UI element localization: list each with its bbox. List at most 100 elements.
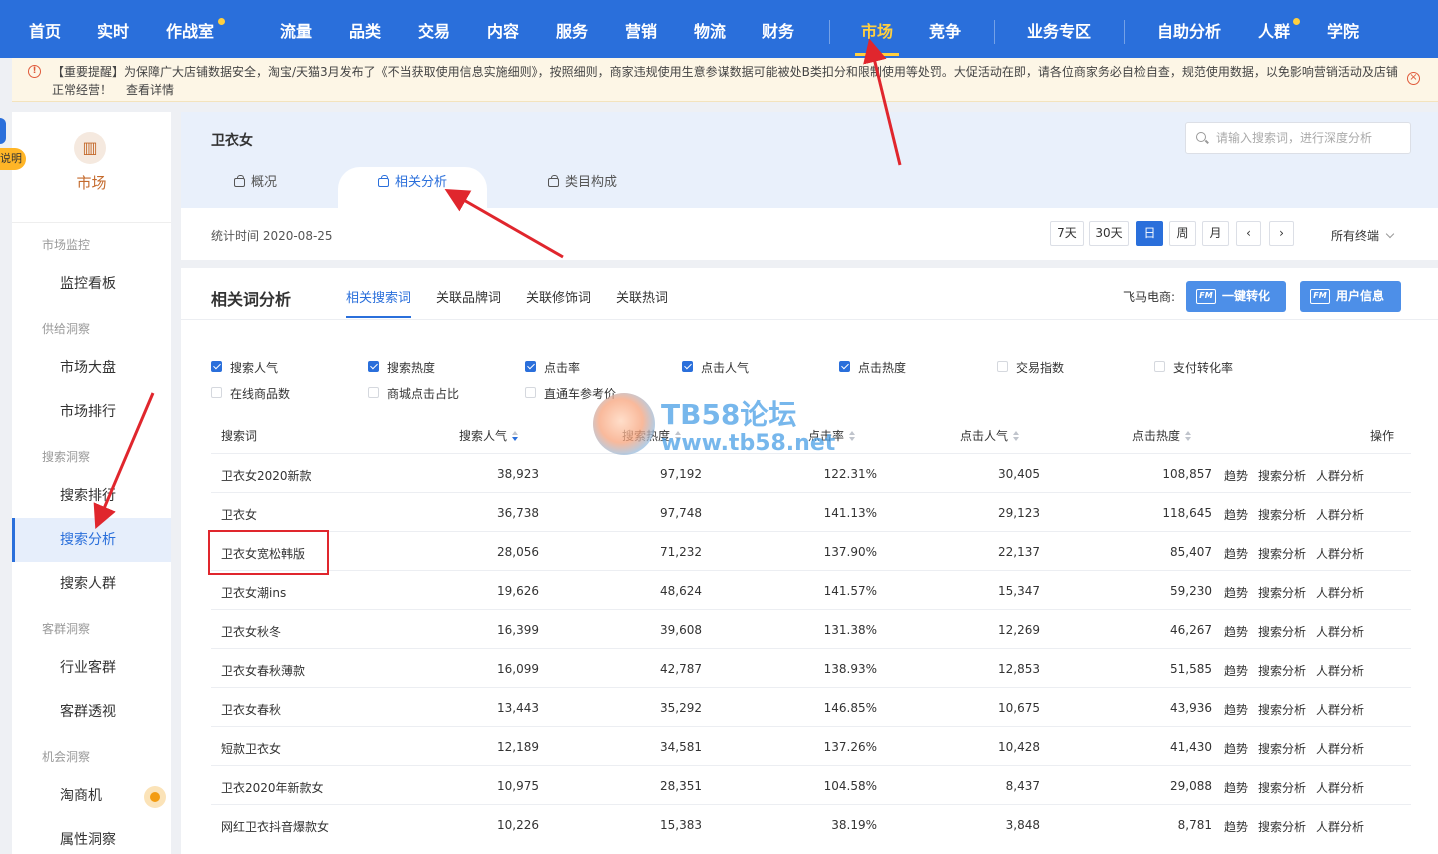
sidebar-item-crowd-insight[interactable]: 客群透视 [12, 690, 171, 734]
keyword-search-input[interactable]: 请输入搜索词，进行深度分析 [1185, 122, 1411, 154]
nav-warroom[interactable]: 作战室 [166, 0, 214, 58]
nav-content[interactable]: 内容 [487, 0, 519, 58]
metric-checkbox[interactable]: 点击率 [525, 359, 580, 376]
sidebar-item-search-analysis[interactable]: 搜索分析 [12, 518, 171, 562]
trend-link[interactable]: 趋势 [1224, 467, 1248, 484]
crowd-analysis-link[interactable]: 人群分析 [1316, 701, 1364, 718]
subtab-related-modifier[interactable]: 关联修饰词 [526, 287, 591, 306]
sidebar-item-industry-crowd[interactable]: 行业客群 [12, 646, 171, 690]
tab-related-analysis[interactable]: 相关分析 [338, 167, 488, 208]
trend-link[interactable]: 趋势 [1224, 740, 1248, 757]
nav-home[interactable]: 首页 [29, 0, 61, 58]
trend-link[interactable]: 趋势 [1224, 818, 1248, 835]
metric-checkbox[interactable]: 支付转化率 [1154, 359, 1233, 376]
tab-overview[interactable]: 概况 [234, 167, 277, 208]
crowd-analysis-link[interactable]: 人群分析 [1316, 623, 1364, 640]
help-tab[interactable]: 说明 [0, 148, 26, 170]
sidebar-item-dashboard[interactable]: 监控看板 [12, 262, 171, 306]
search-analysis-link[interactable]: 搜索分析 [1258, 662, 1306, 679]
nav-traffic[interactable]: 流量 [280, 0, 312, 58]
range-30d-button[interactable]: 30天 [1089, 221, 1129, 246]
trend-link[interactable]: 趋势 [1224, 779, 1248, 796]
nav-category[interactable]: 品类 [349, 0, 381, 58]
nav-trade[interactable]: 交易 [418, 0, 450, 58]
metric-checkbox[interactable]: 点击热度 [839, 359, 906, 376]
subtab-related-brand[interactable]: 关联品牌词 [436, 287, 501, 306]
col-header-search-heat[interactable]: 搜索热度 [622, 427, 682, 444]
trend-link[interactable]: 趋势 [1224, 506, 1248, 523]
metric-checkbox[interactable]: 在线商品数 [211, 385, 290, 402]
side-handle[interactable] [0, 118, 6, 144]
nav-competition[interactable]: 竞争 [929, 0, 961, 58]
nav-market[interactable]: 市场 [854, 0, 900, 58]
crowd-analysis-link[interactable]: 人群分析 [1316, 545, 1364, 562]
trend-link[interactable]: 趋势 [1224, 623, 1248, 640]
crowd-analysis-link[interactable]: 人群分析 [1316, 584, 1364, 601]
close-icon[interactable]: × [1407, 72, 1420, 85]
metric-checkbox[interactable]: 直通车参考价 [525, 385, 616, 402]
sidebar-item-search-crowd[interactable]: 搜索人群 [12, 562, 171, 606]
col-header-click-pop[interactable]: 点击人气 [960, 427, 1020, 444]
nav-marketing[interactable]: 营销 [625, 0, 657, 58]
crowd-analysis-link[interactable]: 人群分析 [1316, 740, 1364, 757]
next-date-button[interactable]: › [1269, 221, 1294, 246]
nav-logistics[interactable]: 物流 [694, 0, 726, 58]
nav-business-zone[interactable]: 业务专区 [1027, 0, 1091, 58]
nav-realtime[interactable]: 实时 [97, 0, 129, 58]
crowd-analysis-link[interactable]: 人群分析 [1316, 779, 1364, 796]
trend-link[interactable]: 趋势 [1224, 701, 1248, 718]
nav-service[interactable]: 服务 [556, 0, 588, 58]
nav-crowd[interactable]: 人群 [1258, 0, 1290, 58]
checkbox-box [997, 361, 1008, 372]
crowd-analysis-link[interactable]: 人群分析 [1316, 662, 1364, 679]
search-analysis-link[interactable]: 搜索分析 [1258, 701, 1306, 718]
trend-link[interactable]: 趋势 [1224, 662, 1248, 679]
range-month-button[interactable]: 月 [1202, 221, 1229, 246]
search-analysis-link[interactable]: 搜索分析 [1258, 818, 1306, 835]
range-day-button[interactable]: 日 [1136, 221, 1163, 246]
terminal-select[interactable]: 所有终端 [1331, 227, 1395, 244]
metric-checkbox[interactable]: 交易指数 [997, 359, 1064, 376]
range-week-button[interactable]: 周 [1169, 221, 1196, 246]
search-analysis-link[interactable]: 搜索分析 [1258, 779, 1306, 796]
trend-link[interactable]: 趋势 [1224, 584, 1248, 601]
tab-category[interactable]: 类目构成 [548, 167, 617, 208]
crowd-analysis-link[interactable]: 人群分析 [1316, 818, 1364, 835]
trend-link[interactable]: 趋势 [1224, 545, 1248, 562]
notice-bar: ! 【重要提醒】为保障广大店铺数据安全，淘宝/天猫3月发布了《不当获取使用信息实… [12, 58, 1438, 102]
col-header-click-heat[interactable]: 点击热度 [1132, 427, 1192, 444]
nav-academy[interactable]: 学院 [1327, 0, 1359, 58]
one-click-convert-button[interactable]: FM 一键转化 [1186, 281, 1286, 312]
search-analysis-link[interactable]: 搜索分析 [1258, 506, 1306, 523]
metric-checkbox[interactable]: 搜索热度 [368, 359, 435, 376]
search-analysis-link[interactable]: 搜索分析 [1258, 623, 1306, 640]
metric-checkbox[interactable]: 点击人气 [682, 359, 749, 376]
search-analysis-link[interactable]: 搜索分析 [1258, 740, 1306, 757]
col-header-ctr[interactable]: 点击率 [808, 427, 856, 444]
sidebar-item-search-rank[interactable]: 搜索排行 [12, 474, 171, 518]
sidebar-item-market-overview[interactable]: 市场大盘 [12, 346, 171, 390]
notice-detail-link[interactable]: 查看详情 [126, 83, 174, 97]
search-analysis-link[interactable]: 搜索分析 [1258, 584, 1306, 601]
subtab-related-search[interactable]: 相关搜索词 [346, 287, 412, 318]
metric-checkbox[interactable]: 商城点击占比 [368, 385, 459, 402]
metric-checkbox[interactable]: 搜索人气 [211, 359, 278, 376]
checkbox-box [368, 387, 379, 398]
cell-keyword: 卫衣女 [221, 508, 258, 522]
col-header-search-pop[interactable]: 搜索人气 [459, 427, 519, 444]
checkbox-label: 点击热度 [858, 361, 907, 375]
user-info-button[interactable]: FM 用户信息 [1300, 281, 1401, 312]
range-7d-button[interactable]: 7天 [1050, 221, 1084, 246]
prev-date-button[interactable]: ‹ [1236, 221, 1261, 246]
crowd-analysis-link[interactable]: 人群分析 [1316, 506, 1364, 523]
sidebar-item-market-rank[interactable]: 市场排行 [12, 390, 171, 434]
sidebar-item-attr-insight[interactable]: 属性洞察 [12, 818, 171, 854]
search-analysis-link[interactable]: 搜索分析 [1258, 545, 1306, 562]
crowd-analysis-link[interactable]: 人群分析 [1316, 467, 1364, 484]
nav-finance[interactable]: 财务 [762, 0, 794, 58]
time-bar: 统计时间 2020-08-25 7天 30天 日 周 月 ‹ › 所有终端 [181, 208, 1438, 260]
subtab-related-hot[interactable]: 关联热词 [616, 287, 668, 306]
nav-self-analysis[interactable]: 自助分析 [1157, 0, 1221, 58]
sort-icon [1185, 431, 1192, 441]
search-analysis-link[interactable]: 搜索分析 [1258, 467, 1306, 484]
